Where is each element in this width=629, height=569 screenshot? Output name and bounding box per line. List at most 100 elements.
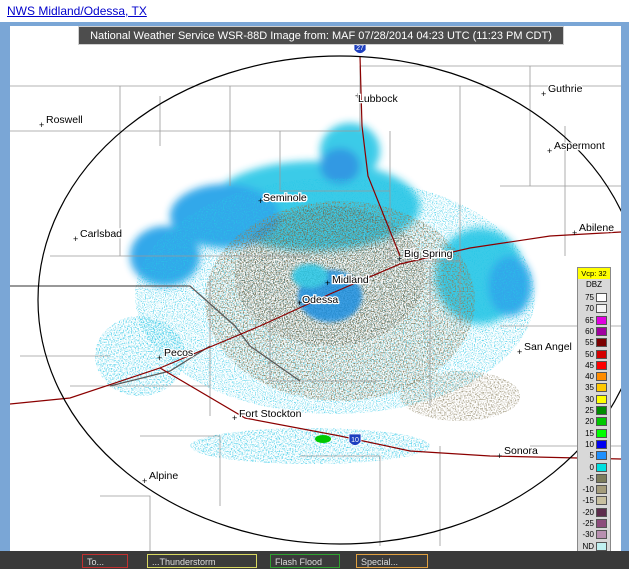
radar-map-canvas: 2710 +Lubbock + Guthrie+ Roswell+ Aspermont+… bbox=[10, 41, 621, 556]
legend-value: -5 bbox=[586, 473, 594, 483]
legend-value: 15 bbox=[585, 428, 594, 438]
interstate-shield-10: 10 bbox=[348, 433, 362, 446]
legend-value: ND bbox=[582, 541, 594, 551]
city-label-abilene: Abilene bbox=[579, 222, 614, 234]
legend-value: 35 bbox=[585, 383, 594, 393]
legend-swatch bbox=[596, 304, 607, 314]
legend-value: 0 bbox=[589, 462, 594, 472]
city-marker: + bbox=[157, 353, 162, 363]
city-label-aspermont: Aspermont bbox=[554, 140, 605, 152]
legend-row: 60 bbox=[578, 326, 610, 337]
legend-row: 35 bbox=[578, 382, 610, 393]
legend-value: 50 bbox=[585, 349, 594, 359]
legend-value: 75 bbox=[585, 293, 594, 302]
city-marker: + bbox=[232, 413, 237, 423]
legend-value: 25 bbox=[585, 406, 594, 415]
city-marker: + bbox=[517, 347, 522, 357]
city-label-pecos: Pecos bbox=[164, 347, 193, 359]
city-marker: + bbox=[547, 146, 552, 156]
legend-swatch bbox=[596, 485, 607, 495]
city-label-midland: Midland bbox=[332, 274, 369, 286]
legend-row: 55 bbox=[578, 337, 610, 348]
warning-button-btn4[interactable]: Special... bbox=[356, 554, 428, 568]
legend-swatch bbox=[596, 338, 607, 348]
legend-value: -30 bbox=[582, 530, 594, 540]
legend-swatch bbox=[596, 530, 607, 540]
city-label-fort-stockton: Fort Stockton bbox=[239, 408, 302, 420]
legend-row: ND bbox=[578, 541, 610, 552]
legend-swatch bbox=[596, 439, 607, 449]
city-label-big-spring: Big Spring bbox=[404, 248, 453, 260]
city-label-seminole: Seminole bbox=[263, 192, 307, 204]
city-marker: + bbox=[541, 89, 546, 99]
legend-row: 25 bbox=[578, 405, 610, 416]
legend-swatch bbox=[596, 541, 607, 551]
legend-swatch bbox=[596, 496, 607, 506]
radar-title-banner: National Weather Service WSR-88D Image f… bbox=[78, 26, 564, 45]
legend-row: -25 bbox=[578, 518, 610, 529]
legend-swatch bbox=[596, 349, 607, 359]
city-marker: + bbox=[39, 120, 44, 130]
legend-row: 50 bbox=[578, 349, 610, 360]
legend-swatch bbox=[596, 417, 607, 427]
legend-value: -10 bbox=[582, 485, 594, 495]
legend-swatch bbox=[596, 507, 607, 517]
legend-swatch bbox=[596, 519, 607, 528]
city-marker: + bbox=[397, 254, 402, 264]
legend-value: 70 bbox=[585, 304, 594, 314]
city-label-carlsbad: Carlsbad bbox=[80, 228, 122, 240]
legend-value: 55 bbox=[585, 338, 594, 348]
legend-value: -25 bbox=[582, 519, 594, 528]
legend-row: -20 bbox=[578, 507, 610, 518]
legend-row: -30 bbox=[578, 529, 610, 540]
legend-swatch bbox=[596, 383, 607, 393]
radar-map: 27 10 + Lubbock + Guthrie + Roswell + Aspermont +… bbox=[10, 26, 621, 556]
city-label-alpine: Alpine bbox=[149, 470, 178, 482]
city-label-guthrie: Guthrie bbox=[548, 83, 583, 95]
legend-row: -15 bbox=[578, 495, 610, 506]
legend-value: 60 bbox=[585, 326, 594, 336]
city-label-san-angelo: San Angel bbox=[524, 341, 572, 353]
legend-swatch bbox=[596, 473, 607, 483]
legend-row: 45 bbox=[578, 360, 610, 371]
legend-value: -15 bbox=[582, 496, 594, 506]
legend-swatch bbox=[596, 428, 607, 438]
vcp-label: Vcp: 32 bbox=[578, 268, 610, 279]
legend-swatch bbox=[596, 451, 607, 461]
warning-button-btn2[interactable]: ...Thunderstorm bbox=[147, 554, 257, 568]
legend-row: 30 bbox=[578, 394, 610, 405]
city-label-sonora: Sonora bbox=[504, 445, 538, 457]
legend-value: 65 bbox=[585, 315, 594, 325]
legend-swatch bbox=[596, 315, 607, 325]
legend-row: 15 bbox=[578, 428, 610, 439]
warning-button-btn1[interactable]: To... bbox=[82, 554, 128, 568]
legend-value: 40 bbox=[585, 372, 594, 382]
interstate-number: 27 bbox=[356, 45, 364, 52]
legend-row: 70 bbox=[578, 303, 610, 314]
legend-row: 40 bbox=[578, 371, 610, 382]
dbz-unit-label: DBZ bbox=[586, 280, 602, 289]
city-label-lubbock: Lubbock bbox=[358, 93, 398, 105]
legend-swatch bbox=[596, 394, 607, 404]
legend-swatch bbox=[596, 293, 607, 302]
warning-button-btn3[interactable]: Flash Flood bbox=[270, 554, 340, 568]
city-marker: + bbox=[325, 278, 330, 288]
legend-swatch bbox=[596, 372, 607, 382]
interstate-number: 10 bbox=[351, 437, 359, 444]
nws-midland-odessa-link[interactable]: NWS Midland/Odessa, TX bbox=[7, 4, 147, 18]
legend-swatch bbox=[596, 326, 607, 336]
legend-value: 10 bbox=[585, 439, 594, 449]
legend-row: 20 bbox=[578, 416, 610, 427]
legend-value: 30 bbox=[585, 394, 594, 404]
legend-row: 75 bbox=[578, 292, 610, 303]
legend-swatch bbox=[596, 406, 607, 415]
legend-value: 20 bbox=[585, 417, 594, 427]
legend-row: 65 bbox=[578, 315, 610, 326]
legend-row: 5 bbox=[578, 450, 610, 461]
legend-value: 45 bbox=[585, 360, 594, 370]
dbz-legend: Vcp: 32 DBZ 75 70 65 60 55 50 45 40 35 30 25 20 15 10… bbox=[577, 267, 611, 556]
legend-swatch bbox=[596, 360, 607, 370]
city-label-odessa: Odessa bbox=[302, 294, 338, 306]
legend-row: 10 bbox=[578, 439, 610, 450]
city-marker: + bbox=[142, 476, 147, 486]
